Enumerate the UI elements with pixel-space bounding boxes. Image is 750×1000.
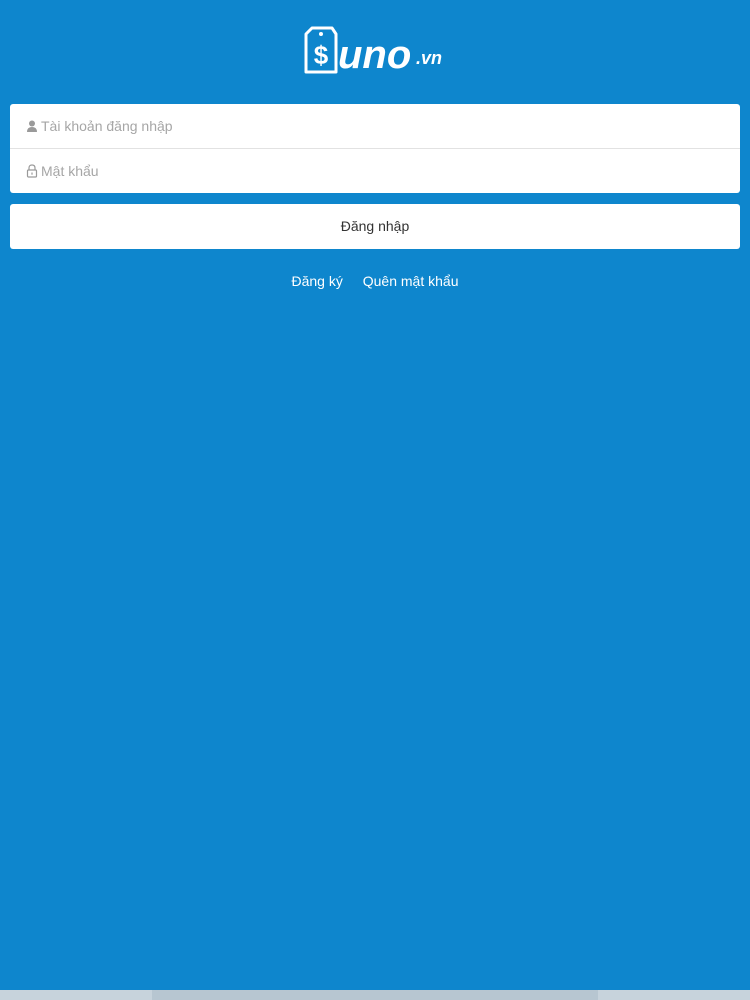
register-link[interactable]: Đăng ký xyxy=(292,273,343,289)
svg-text:$: $ xyxy=(314,40,329,70)
forgot-password-link[interactable]: Quên mật khẩu xyxy=(363,273,459,289)
svg-text:.vn: .vn xyxy=(416,48,442,68)
user-icon xyxy=(25,119,39,133)
suno-logo: $ uno .vn xyxy=(302,20,448,80)
svg-text:uno: uno xyxy=(338,33,411,77)
login-form xyxy=(10,104,740,193)
login-button[interactable]: Đăng nhập xyxy=(10,204,740,249)
auth-links: Đăng ký Quên mật khẩu xyxy=(0,273,750,289)
lock-icon xyxy=(25,164,39,178)
username-field-row xyxy=(10,104,740,148)
username-input[interactable] xyxy=(41,104,721,148)
password-field-row xyxy=(10,149,740,193)
scrollbar-thumb[interactable] xyxy=(152,990,598,1000)
password-input[interactable] xyxy=(41,149,721,193)
horizontal-scrollbar[interactable] xyxy=(0,990,750,1000)
